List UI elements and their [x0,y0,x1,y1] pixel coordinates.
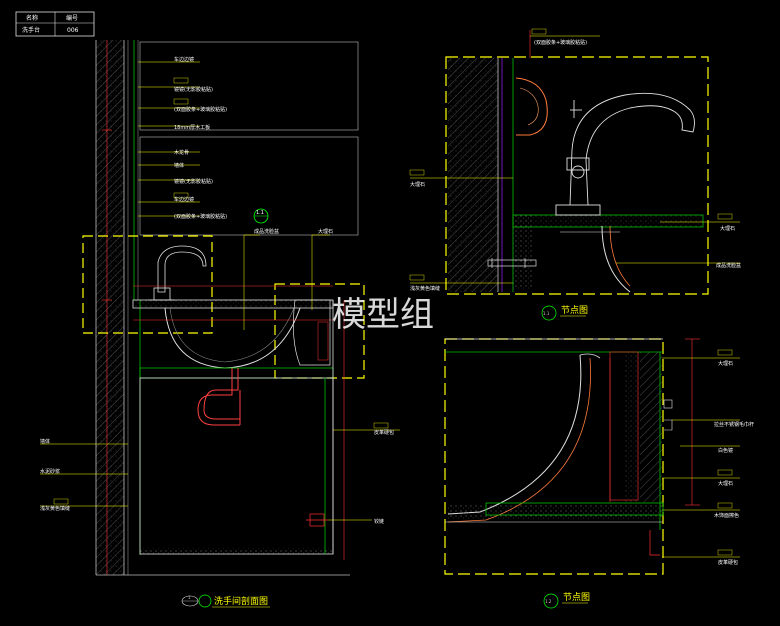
mirror-panel-upper [139,41,359,131]
label-mirror-glue-top: 镜镜(无影胶粘贴) [174,86,213,93]
title-block: 名称 编号 洗手台 006 [15,11,95,37]
label-basin-left: 成品洗脸盆 [254,228,279,235]
detail-1-2-label-mirror: 白色镜 [718,447,733,454]
detail-1-2-title: 节点图 [563,592,590,603]
basin-bowl-detail [447,354,582,515]
label-grout-left: 浅灰黄色填缝 [40,505,70,512]
cabinet-top-rail [139,367,334,379]
detail-1-1-label-tape: (双面胶条+玻璃胶粘贴) [534,39,587,46]
label-cement-mortar: 水泥砂浆 [40,468,60,475]
label-wall-upper: 墙体 [174,162,184,169]
detail-1-1-badge-text: 1.1 [543,311,550,316]
mirror-panel-lower [139,136,359,236]
title-block-number-value: 006 [67,27,79,34]
detail-1-2-label-leather: 皮革硬包 [718,559,738,566]
section-title: 洗手间剖面图 [214,595,268,607]
detail-1-1-label-grout: 浅灰黄色填缝 [410,285,440,292]
label-mirror-glue-mid: 镜镜(无影胶粘贴) [174,178,213,185]
detail-1-2-label-towel-bar: 拉丝不锈钢毛巾杆 [714,421,754,428]
detail-1-2-label-marble-mid: 大理石 [718,480,733,487]
title-block-name-header: 名称 [26,14,38,22]
label-leather-panel: 皮革硬包 [374,429,394,436]
label-marble-left: 大理石 [318,228,333,235]
callout-bubble-1-1-text: 1.1 [256,210,264,216]
cad-drawing-canvas: 名称 编号 洗手台 006 车边边镜 镜镜(无影胶粘贴) (双面胶条+玻璃胶粘贴… [15,11,754,609]
detail-1-1-label-basin: 成品洗脸盆 [716,262,741,269]
watermark: 模型组 [332,295,434,335]
label-bevel-mirror-top: 车边边镜 [174,56,194,63]
wash-basin [164,307,301,369]
label-double-tape-mid: (双面胶条+玻璃胶粘贴) [174,213,227,220]
label-double-tape-top: (双面胶条+玻璃胶粘贴) [174,106,227,113]
title-block-name-value: 洗手台 [22,26,40,34]
title-block-number-header: 编号 [66,14,78,22]
detail-1-1-label-marble-right: 大理石 [720,225,735,232]
detail-1-1-drawing: (双面胶条+玻璃胶粘贴) 大理石 大理石 成品洗脸盆 浅灰黄色填缝 1.1 节点… [409,28,741,321]
label-wall-lower: 墙体 [40,438,50,445]
vanity-cabinet [139,377,334,555]
detail-1-1-label-marble-left: 大理石 [410,181,425,188]
label-wood-keel: 木龙骨 [174,149,189,156]
label-hinge: 铰链 [374,518,384,525]
detail-1-2-label-marble-top: 大理石 [718,360,733,367]
faucet-detail [555,92,695,216]
detail-1-2-drawing: 大理石 拉丝不锈钢毛巾杆 白色镜 大理石 木饰面擦色 皮革硬包 1.2 节点图 [444,338,754,609]
detail-1-1-title: 节点图 [561,305,588,316]
label-plywood: 18mm厚木工板 [174,124,210,131]
detail-1-2-label-wood-paint: 木饰面擦色 [714,512,739,519]
faucet [148,245,207,301]
drain-pipe [197,368,241,426]
detail-1-2-badge-text: 1.2 [545,599,552,604]
label-bevel-mirror-mid: 车边边镜 [174,196,194,203]
